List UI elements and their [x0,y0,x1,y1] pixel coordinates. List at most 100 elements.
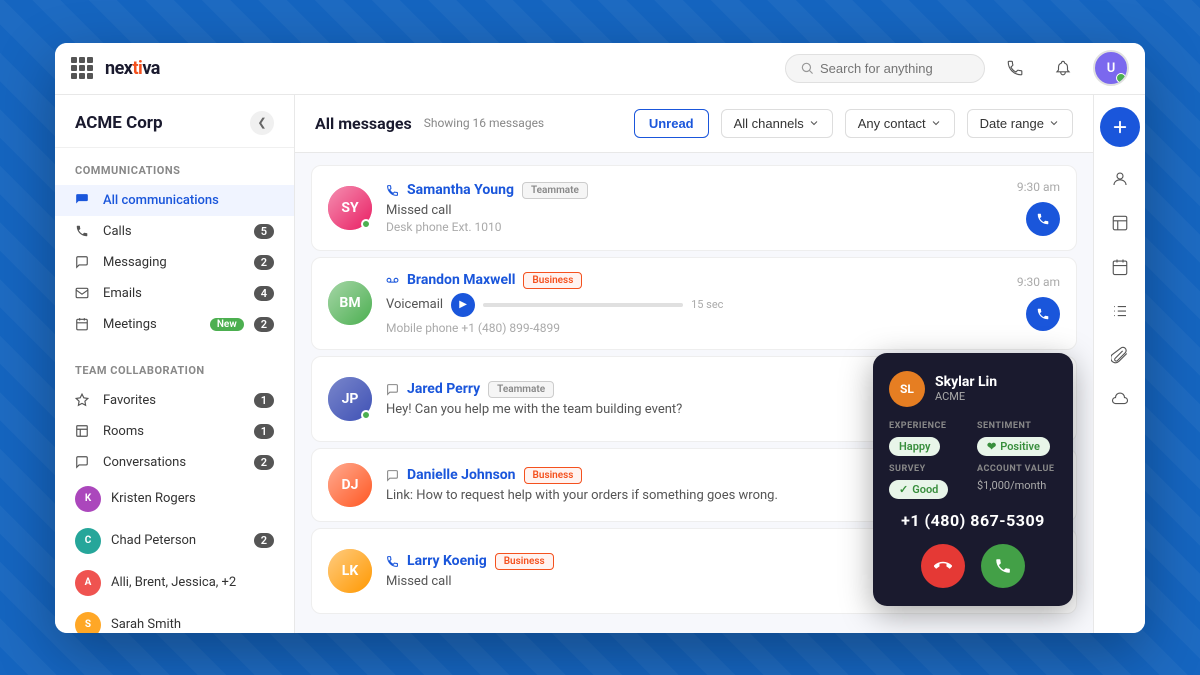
attachment-icon-button[interactable] [1100,335,1140,375]
chevron-down-icon3 [1048,117,1060,129]
sarah-label: Sarah Smith [111,617,274,632]
main-layout: ACME Corp ❮ Communications All communica… [55,95,1145,633]
samantha-sub: Desk phone Ext. 1010 [386,220,1003,234]
call-icon2 [386,555,399,568]
chevron-down-icon2 [930,117,942,129]
sidebar-item-rooms[interactable]: Rooms 1 [55,416,294,447]
search-bar[interactable] [785,54,985,83]
conversations-badge: 2 [254,455,274,470]
table-icon-button[interactable] [1100,203,1140,243]
samantha-right: 9:30 am [1017,180,1060,236]
calendar-icon-button[interactable] [1100,247,1140,287]
brandon-avatar: BM [328,281,372,325]
caller-company: ACME [935,390,997,403]
message-card-samantha[interactable]: SY Samantha Young Teammate Missed call D… [311,165,1077,251]
sidebar-item-all-communications[interactable]: All communications [55,185,294,216]
calls-label: Calls [103,224,244,239]
meetings-badge: 2 [254,317,274,332]
decline-icon [934,557,952,575]
voicemail-icon [386,274,399,287]
caller-name: Skylar Lin [935,374,997,390]
accept-call-button[interactable] [981,544,1025,588]
account-value: $1,000/month [977,478,1057,493]
showing-count: Showing 16 messages [424,116,544,130]
account-value-stat: ACCOUNT VALUE $1,000/month [977,464,1057,499]
messages-header: All messages Showing 16 messages Unread … [295,95,1093,153]
brandon-call-button[interactable] [1026,297,1060,331]
voicemail-player: Voicemail ▶ 15 sec [386,293,1003,317]
icon-rail [1093,95,1145,633]
conversation-item-kristen[interactable]: K Kristen Rogers [55,478,294,520]
sidebar: ACME Corp ❮ Communications All communica… [55,95,295,633]
samantha-body: Missed call [386,203,1003,218]
bell-icon [1054,59,1072,77]
user-avatar[interactable]: U [1093,50,1129,86]
contact-filter-button[interactable]: Any contact [845,109,955,138]
list-icon [1111,302,1129,320]
sidebar-item-messaging[interactable]: Messaging 2 [55,247,294,278]
chat-msg-icon [386,383,399,396]
alli-label: Alli, Brent, Jessica, +2 [111,575,274,590]
danielle-avatar: DJ [328,463,372,507]
cloud-icon [1111,390,1129,408]
experience-stat: EXPERIENCE Happy [889,421,969,456]
accept-icon [994,557,1012,575]
chad-badge: 2 [254,533,274,548]
calendar-rail-icon [1111,258,1129,276]
channels-filter-button[interactable]: All channels [721,109,833,138]
chevron-down-icon [808,117,820,129]
brandon-body: Voicemail [386,297,443,312]
add-button[interactable] [1100,107,1140,147]
favorites-label: Favorites [103,393,244,408]
plus-icon [1111,118,1129,136]
star-icon [75,393,93,407]
emails-badge: 4 [254,286,274,301]
samantha-call-button[interactable] [1026,202,1060,236]
conversation-item-sarah[interactable]: S Sarah Smith [55,604,294,633]
sidebar-item-favorites[interactable]: Favorites 1 [55,385,294,416]
list-icon-button[interactable] [1100,291,1140,331]
favorites-badge: 1 [254,393,274,408]
alli-avatar: A [75,570,101,596]
rooms-badge: 1 [254,424,274,439]
call-icon [386,184,399,197]
phone-nav-button[interactable] [997,50,1033,86]
decline-call-button[interactable] [921,544,965,588]
building-icon [75,424,93,438]
brandon-sub: Mobile phone +1 (480) 899-4899 [386,321,1003,335]
progress-bar [483,303,683,307]
grid-menu-icon[interactable] [71,57,93,79]
rooms-label: Rooms [103,424,244,439]
contact-icon-button[interactable] [1100,159,1140,199]
sidebar-item-conversations[interactable]: Conversations 2 [55,447,294,478]
message-icon [75,255,93,269]
chat-msg-icon2 [386,469,399,482]
conversation-item-alli[interactable]: A Alli, Brent, Jessica, +2 [55,562,294,604]
play-button[interactable]: ▶ [451,293,475,317]
message-card-brandon[interactable]: BM Brandon Maxwell Business Voicemail ▶ [311,257,1077,350]
collapse-button[interactable]: ❮ [250,111,274,135]
samantha-tag: Teammate [522,182,588,199]
samantha-avatar: SY [328,186,372,230]
sidebar-item-calls[interactable]: Calls 5 [55,216,294,247]
search-input[interactable] [820,61,970,76]
date-filter-button[interactable]: Date range [967,109,1073,138]
samantha-time: 9:30 am [1017,180,1060,194]
conversation-item-chad[interactable]: C Chad Peterson 2 [55,520,294,562]
kristen-label: Kristen Rogers [111,491,274,506]
sidebar-item-meetings[interactable]: Meetings New 2 [55,309,294,340]
calendar-icon [75,317,93,331]
brandon-content: Brandon Maxwell Business Voicemail ▶ 15 … [386,272,1003,335]
communications-label: Communications [55,164,294,185]
cloud-icon-button[interactable] [1100,379,1140,419]
sarah-avatar: S [75,612,101,633]
unread-filter-button[interactable]: Unread [634,109,709,138]
notification-button[interactable] [1045,50,1081,86]
caller-phone: +1 (480) 867-5309 [889,511,1057,530]
sentiment-stat: SENTIMENT ❤ Positive [977,421,1057,456]
caller-info: SL Skylar Lin ACME [889,371,1057,407]
chad-avatar: C [75,528,101,554]
sidebar-item-emails[interactable]: Emails 4 [55,278,294,309]
jared-avatar: JP [328,377,372,421]
messages-panel: All messages Showing 16 messages Unread … [295,95,1093,633]
